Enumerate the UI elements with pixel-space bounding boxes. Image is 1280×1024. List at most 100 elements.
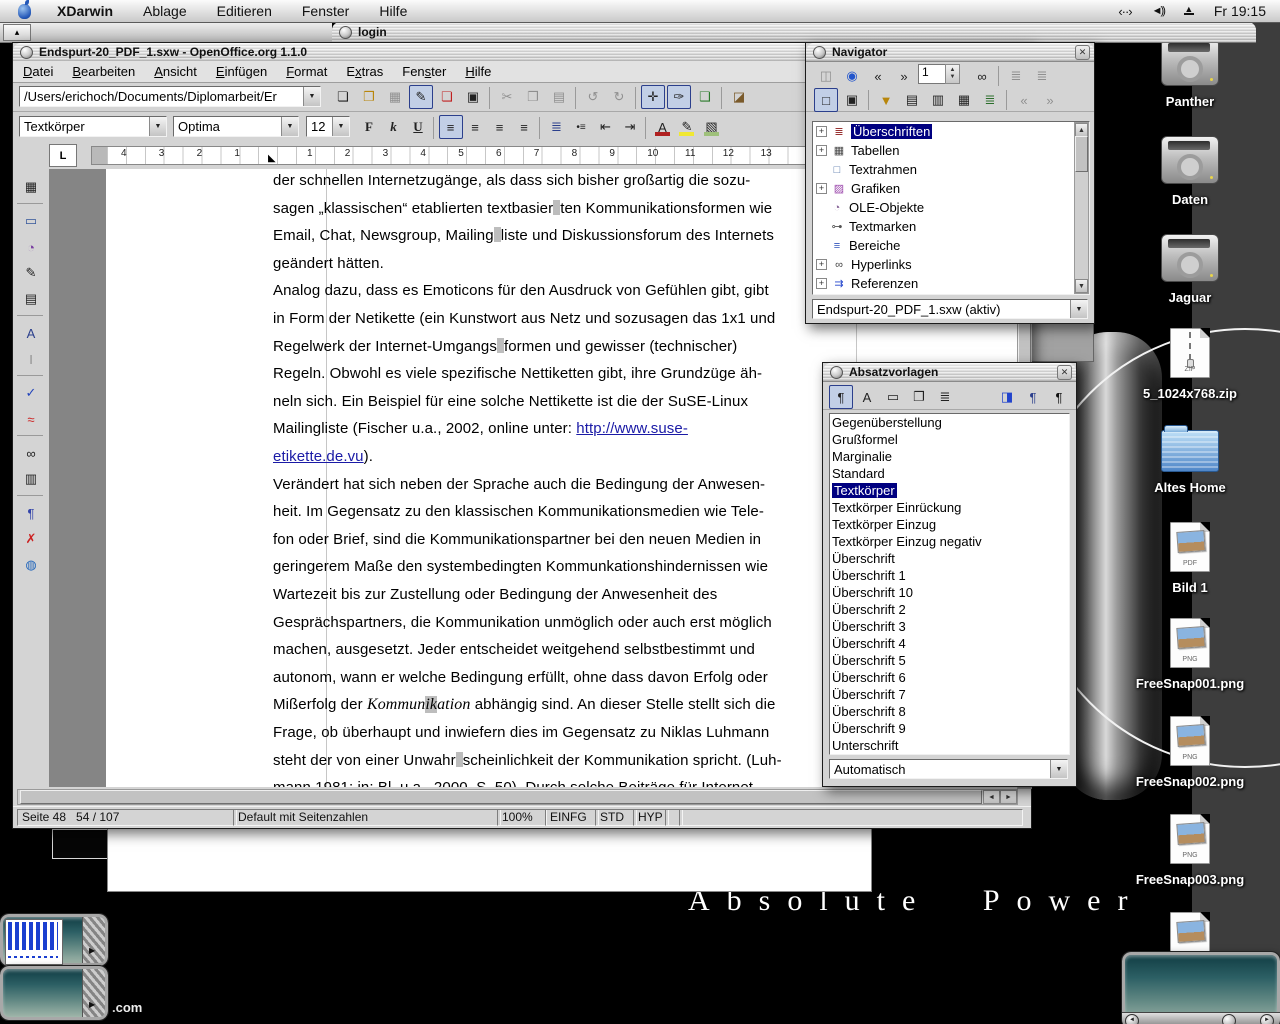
folder-icon[interactable] bbox=[1161, 424, 1219, 477]
right-knob-icon[interactable]: ► bbox=[1260, 1014, 1274, 1024]
paragraph-style-combo[interactable]: Textkörper▼ bbox=[19, 116, 167, 137]
scroll-right-icon[interactable]: ► bbox=[1000, 790, 1017, 804]
window-button[interactable] bbox=[20, 46, 33, 59]
png-icon[interactable]: PNG bbox=[1170, 618, 1210, 673]
document-text[interactable]: der schnellen Internetzugänge, als dass … bbox=[273, 169, 813, 787]
navigator-toggle[interactable]: ✛ bbox=[641, 85, 665, 109]
online-layout-toggle[interactable]: ◍ bbox=[19, 553, 43, 577]
style-item-label[interactable]: Überschrift 8 bbox=[832, 704, 906, 719]
style-item[interactable]: Unterschrift bbox=[832, 737, 898, 754]
drag-link-button[interactable]: ∞ bbox=[970, 64, 994, 88]
find-button[interactable]: ∞ bbox=[19, 441, 43, 465]
png-icon[interactable]: PNG bbox=[1170, 814, 1210, 869]
window-button[interactable] bbox=[339, 26, 352, 39]
menubar-clock[interactable]: Fr 19:15 bbox=[1214, 3, 1266, 19]
status-cell-2[interactable]: 100% bbox=[497, 809, 547, 826]
center-knob-icon[interactable] bbox=[1222, 1014, 1236, 1024]
apple-menu-icon[interactable] bbox=[18, 4, 31, 19]
desktop-icon-label[interactable]: 5_1024x768.zip bbox=[1110, 386, 1270, 401]
stylist-toggle[interactable]: ✑ bbox=[667, 85, 691, 109]
navigator-titlebar[interactable]: Navigator ✕ bbox=[806, 43, 1094, 62]
style-dropdown-icon[interactable]: ▼ bbox=[149, 117, 166, 136]
desktop-icon-label[interactable]: Panther bbox=[1110, 94, 1270, 109]
underline-button[interactable]: U bbox=[406, 115, 430, 139]
navigation-button[interactable]: ◉ bbox=[840, 64, 864, 88]
status-cell-4[interactable]: STD bbox=[595, 809, 637, 826]
insert-chart-button[interactable]: ◔ bbox=[19, 235, 43, 259]
desktop-icon-freesnap001-png[interactable]: PNGFreeSnap001.png bbox=[1110, 618, 1270, 691]
insert-cursor-button[interactable]: I bbox=[19, 347, 43, 371]
numbered-list-button[interactable]: ≣ bbox=[545, 115, 569, 139]
navigator-item-frame[interactable]: □Textrahmen bbox=[813, 160, 1073, 179]
desktop-icon-bild-1[interactable]: PDFBild 1 bbox=[1110, 522, 1270, 595]
bottom-right-window[interactable]: ◄ ► bbox=[1122, 952, 1280, 1024]
previous-button[interactable]: « bbox=[866, 64, 890, 88]
navigator-item-table[interactable]: +▦Tabellen bbox=[813, 141, 1073, 160]
size-dropdown-icon[interactable]: ▼ bbox=[332, 117, 349, 136]
desktop-icon-altes-home[interactable]: Altes Home bbox=[1110, 424, 1270, 495]
copy-button[interactable]: ❐ bbox=[521, 85, 545, 109]
png-icon[interactable]: PNG bbox=[1170, 716, 1210, 771]
hdd-icon[interactable] bbox=[1161, 136, 1219, 189]
style-item[interactable]: Standard bbox=[832, 465, 885, 482]
stylist-titlebar[interactable]: Absatzvorlagen ✕ bbox=[823, 363, 1076, 382]
zip-icon[interactable]: ZIP bbox=[1170, 328, 1210, 383]
menu-xdarwin[interactable]: XDarwin bbox=[57, 3, 113, 19]
menu-hilfe[interactable]: Hilfe bbox=[379, 3, 407, 19]
style-item[interactable]: Überschrift 6 bbox=[832, 669, 906, 686]
style-item-label[interactable]: Textkörper Einzug bbox=[832, 517, 936, 532]
fill-format-mode-button[interactable]: ◨ bbox=[995, 385, 1019, 409]
desktop-icon-label[interactable]: Jaguar bbox=[1110, 290, 1270, 305]
menu-editieren[interactable]: Editieren bbox=[217, 3, 272, 19]
navigator-tree[interactable]: +≣Überschriften+▦Tabellen□Textrahmen+▨Gr… bbox=[812, 121, 1090, 295]
volume-icon[interactable]: ◄)) bbox=[1152, 5, 1164, 17]
align-right-button[interactable]: ≡ bbox=[488, 115, 512, 139]
autospellcheck-toggle[interactable]: ≈ bbox=[19, 407, 43, 431]
scroll-top-button[interactable]: ▴ bbox=[3, 24, 31, 41]
style-filter-combo[interactable]: Automatisch ▼ bbox=[829, 759, 1068, 779]
status-cell-3[interactable]: EINFG bbox=[545, 809, 599, 826]
desktop-icon-freesnap003-png[interactable]: PNGFreeSnap003.png bbox=[1110, 814, 1270, 887]
demote-level-button[interactable]: » bbox=[1038, 88, 1062, 112]
style-item-label[interactable]: Textkörper Einrückung bbox=[832, 500, 961, 515]
hyperlink-bar-toggle[interactable]: ❑ bbox=[693, 85, 717, 109]
style-item-label[interactable]: Überschrift 3 bbox=[832, 619, 906, 634]
font-dropdown-icon[interactable]: ▼ bbox=[281, 117, 298, 136]
background-color-button[interactable]: ▧ bbox=[700, 115, 724, 139]
pdf-icon[interactable]: PDF bbox=[1170, 522, 1210, 577]
gallery-button[interactable]: ◪ bbox=[727, 85, 751, 109]
style-item-label[interactable]: Unterschrift bbox=[832, 738, 898, 753]
desktop-icon-label[interactable]: Daten bbox=[1110, 192, 1270, 207]
style-item-label[interactable]: Überschrift 9 bbox=[832, 721, 906, 736]
style-item[interactable]: Überschrift 9 bbox=[832, 720, 906, 737]
scroll-up-icon[interactable]: ▲ bbox=[1075, 123, 1088, 137]
tab-type-button[interactable]: L bbox=[49, 144, 77, 167]
style-item[interactable]: Textkörper Einzug negativ bbox=[832, 533, 982, 550]
writer-menu-datei[interactable]: Datei bbox=[23, 64, 53, 79]
decrease-indent-button[interactable]: ⇤ bbox=[594, 115, 618, 139]
url-dropdown-icon[interactable]: ▼ bbox=[303, 87, 320, 106]
align-left-button[interactable]: ≡ bbox=[439, 115, 463, 139]
window-button[interactable] bbox=[830, 366, 843, 379]
navigator-item-bookmark[interactable]: ⊶Textmarken bbox=[813, 217, 1073, 236]
style-item-label[interactable]: Marginalie bbox=[832, 449, 892, 464]
style-item[interactable]: Grußformel bbox=[832, 431, 898, 448]
status-cell-1[interactable]: Default mit Seitenzahlen bbox=[233, 809, 501, 826]
style-item-label[interactable]: Grußformel bbox=[832, 432, 898, 447]
paragraph-styles-button[interactable]: ¶ bbox=[829, 385, 853, 409]
style-item-label[interactable]: Überschrift 4 bbox=[832, 636, 906, 651]
scroll-down-icon[interactable]: ▼ bbox=[1075, 279, 1088, 293]
navigator-item-section[interactable]: ≡Bereiche bbox=[813, 236, 1073, 255]
background-window-titlebar[interactable]: ▴ bbox=[0, 22, 332, 43]
style-item-label[interactable]: Überschrift 2 bbox=[832, 602, 906, 617]
navigator-item-ole-object[interactable]: ◔OLE-Objekte bbox=[813, 198, 1073, 217]
horizontal-scrollbar[interactable]: ◄ ► bbox=[17, 789, 1018, 805]
style-item-label[interactable]: Gegenüberstellung bbox=[832, 415, 942, 430]
navigator-item-reference[interactable]: +⇉Referenzen bbox=[813, 274, 1073, 293]
close-icon[interactable]: ✕ bbox=[1075, 45, 1090, 60]
writer-menu-ansicht[interactable]: Ansicht bbox=[154, 64, 197, 79]
status-cell-0[interactable]: Seite 48 54 / 107 bbox=[17, 809, 237, 826]
navigator-item-label[interactable]: Überschriften bbox=[851, 124, 932, 139]
draw-functions-button[interactable]: ✎ bbox=[19, 261, 43, 285]
new-document-button[interactable]: ❏ bbox=[331, 85, 355, 109]
